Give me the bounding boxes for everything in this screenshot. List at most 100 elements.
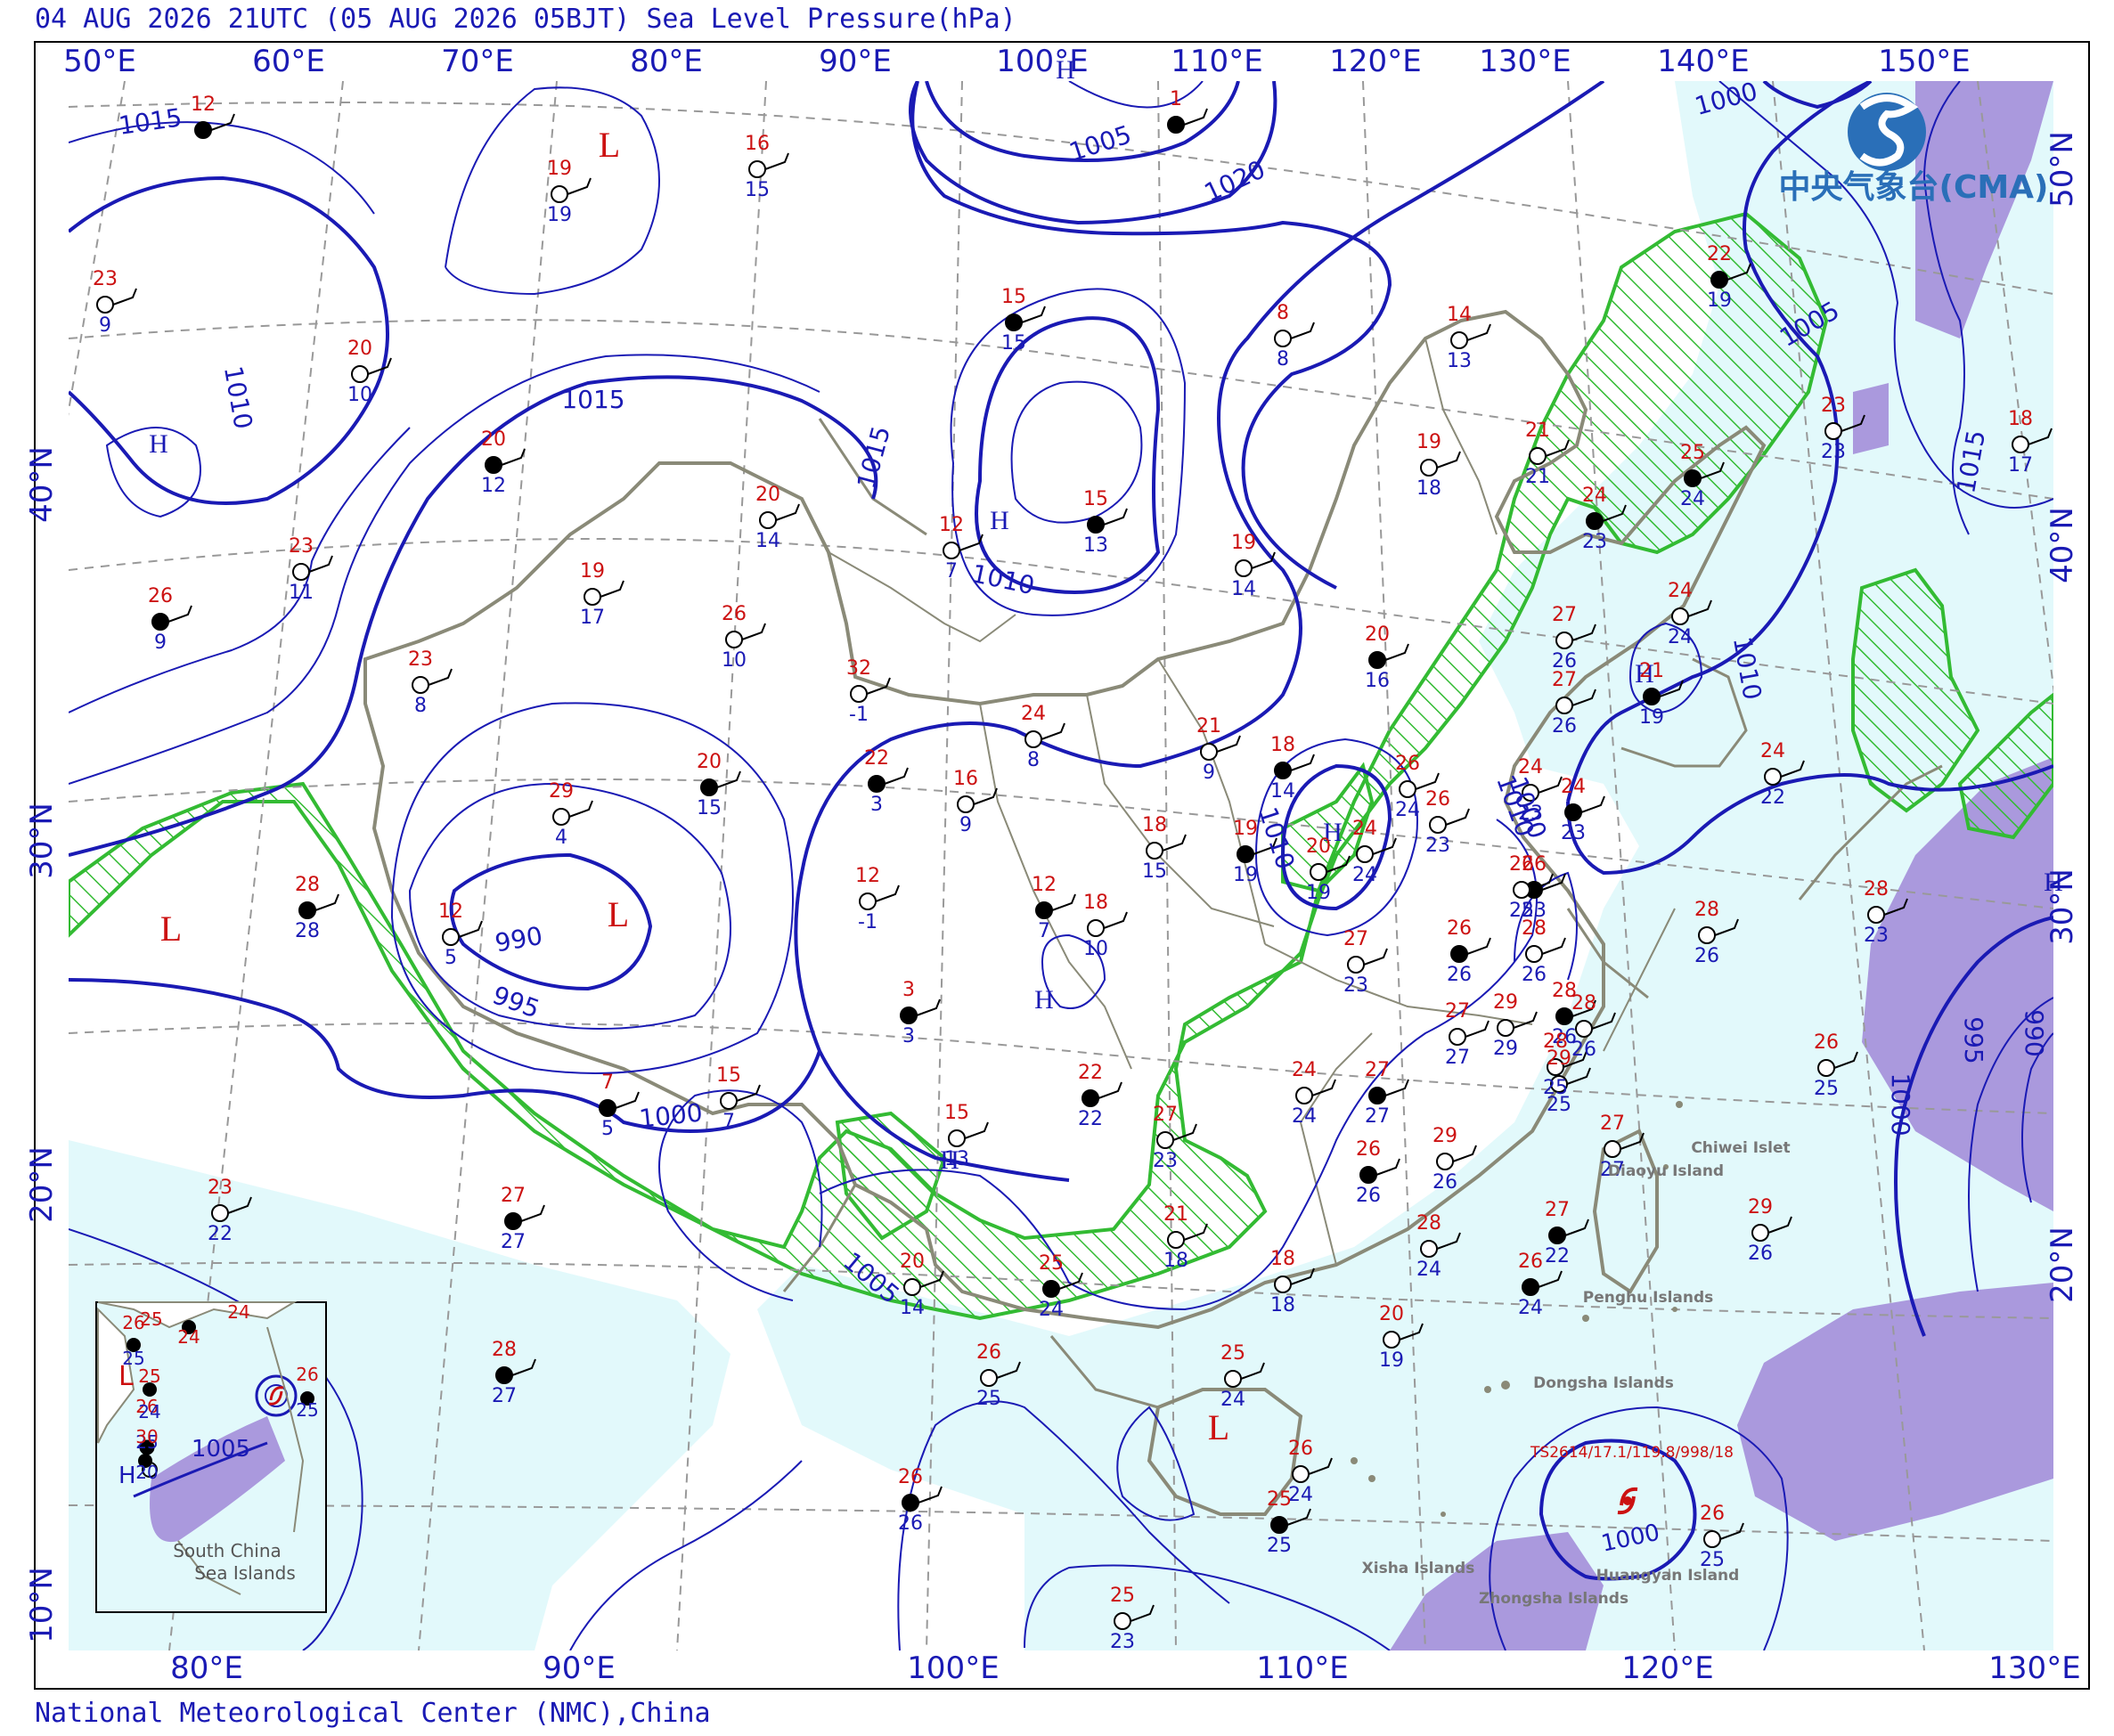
station-dewpoint: 27 — [1365, 1105, 1390, 1128]
place-label: Chiwei Islet — [1691, 1139, 1790, 1157]
lat-label-right: 20°N — [2045, 1227, 2080, 1303]
station-marker — [551, 185, 568, 203]
isobar-label: 990 — [2020, 1009, 2049, 1056]
lon-label-top: 140°E — [1657, 44, 1749, 79]
station-temperature: 26 — [1425, 788, 1450, 811]
station-marker — [1824, 422, 1842, 440]
station-dewpoint: 13 — [944, 1148, 969, 1170]
station-dewpoint: 27 — [492, 1385, 517, 1407]
station-temperature: 25 — [1267, 1488, 1292, 1511]
inset-station-temperature: 24 — [177, 1326, 200, 1348]
station-dewpoint: 26 — [1748, 1243, 1773, 1265]
station-marker — [1604, 1140, 1621, 1158]
station-temperature: 26 — [898, 1466, 923, 1488]
station-dewpoint: 23 — [1110, 1631, 1135, 1653]
low-pressure-center: L — [608, 894, 629, 934]
south-china-sea-inset: 1005 H L South China Sea Islands 2625252… — [95, 1301, 327, 1613]
station-marker — [1555, 697, 1573, 714]
lon-label-top: 130°E — [1479, 44, 1571, 79]
station-marker — [1450, 945, 1468, 963]
lon-label-bottom: 120°E — [1621, 1650, 1713, 1686]
station-temperature: 28 — [1571, 992, 1596, 1015]
typhoon-label: TS2614/17.1/119.8/998/18 — [1530, 1444, 1734, 1462]
station-dewpoint: 9 — [1203, 762, 1215, 784]
station-marker — [504, 1212, 522, 1230]
station-dewpoint: 29 — [1493, 1038, 1518, 1060]
station-marker — [700, 778, 718, 796]
station-temperature: 24 — [1668, 580, 1693, 602]
station-temperature: 28 — [1416, 1212, 1441, 1235]
station-temperature: 22 — [1707, 243, 1732, 265]
station-dewpoint: 23 — [1153, 1150, 1178, 1172]
place-label: Xisha Islands — [1362, 1560, 1475, 1577]
station-marker — [720, 1092, 738, 1110]
station-dewpoint: 24 — [1039, 1299, 1064, 1321]
station-dewpoint: 26 — [1522, 964, 1547, 986]
station-temperature: 18 — [2008, 408, 2033, 430]
station-temperature: 29 — [1748, 1196, 1773, 1218]
station-temperature: 20 — [1306, 835, 1331, 858]
station-dewpoint: 25 — [976, 1388, 1001, 1410]
station-temperature: 26 — [148, 585, 173, 607]
station-marker — [859, 892, 877, 910]
inset-station-temperature: 30 — [135, 1426, 158, 1447]
station-temperature: 15 — [1083, 488, 1108, 510]
station-marker — [903, 1278, 921, 1296]
station-marker — [552, 808, 570, 826]
station-temperature: 20 — [755, 484, 780, 506]
station-dewpoint: 22 — [1078, 1108, 1103, 1130]
station-dewpoint: 18 — [1270, 1294, 1295, 1316]
station-temperature: 24 — [1352, 818, 1377, 840]
station-temperature: 1 — [1170, 88, 1182, 110]
station-temperature: 23 — [408, 648, 433, 671]
station-dewpoint: 28 — [295, 920, 320, 942]
station-dewpoint: 9 — [959, 814, 972, 836]
station-dewpoint: 9 — [154, 632, 167, 654]
station-dewpoint: 15 — [697, 797, 722, 819]
station-dewpoint: 15 — [1001, 332, 1026, 355]
station-marker — [1347, 956, 1365, 974]
high-pressure-center: H — [2044, 868, 2063, 897]
station-dewpoint: 3 — [870, 794, 883, 816]
station-dewpoint: 15 — [745, 179, 770, 201]
station-marker — [442, 928, 460, 946]
station-dewpoint: 9 — [99, 314, 111, 337]
station-dewpoint: 7 — [1038, 920, 1050, 942]
station-marker — [1274, 330, 1292, 347]
station-dewpoint: 24 — [1680, 488, 1705, 510]
station-dewpoint: 14 — [900, 1297, 925, 1319]
station-marker — [957, 795, 975, 813]
station-temperature: 22 — [1078, 1062, 1103, 1084]
station-marker — [1684, 469, 1702, 487]
station-marker — [900, 1007, 918, 1024]
station-temperature: 27 — [1445, 1000, 1470, 1023]
station-dewpoint: 8 — [1277, 348, 1289, 371]
station-marker — [1356, 845, 1374, 863]
station-temperature: 19 — [580, 560, 605, 583]
station-dewpoint: 27 — [1445, 1047, 1470, 1069]
station-marker — [1383, 1331, 1400, 1349]
station-dewpoint: 21 — [1525, 466, 1550, 488]
station-marker — [980, 1369, 998, 1387]
station-temperature: 12 — [438, 901, 463, 923]
station-dewpoint: 14 — [1231, 578, 1256, 600]
lat-label-left: 20°N — [24, 1146, 60, 1223]
station-dewpoint: 18 — [1416, 477, 1441, 500]
station-temperature: 18 — [1142, 814, 1167, 836]
station-dewpoint: 24 — [1668, 626, 1693, 648]
station-marker — [1310, 863, 1327, 881]
station-marker — [1671, 607, 1689, 625]
station-temperature: 27 — [1552, 604, 1577, 626]
station-temperature: 28 — [492, 1339, 517, 1361]
lon-label-bottom: 110°E — [1256, 1650, 1348, 1686]
station-marker — [1764, 768, 1782, 786]
station-marker — [1399, 780, 1416, 798]
station-temperature: 23 — [93, 268, 118, 290]
station-temperature: 21 — [1639, 660, 1664, 682]
station-marker — [1114, 1612, 1131, 1630]
station-dewpoint: 26 — [1552, 715, 1577, 738]
station-temperature: 12 — [191, 94, 216, 116]
station-marker — [1575, 1020, 1593, 1038]
station-temperature: 19 — [1233, 818, 1258, 840]
station-temperature: 24 — [1021, 703, 1046, 725]
